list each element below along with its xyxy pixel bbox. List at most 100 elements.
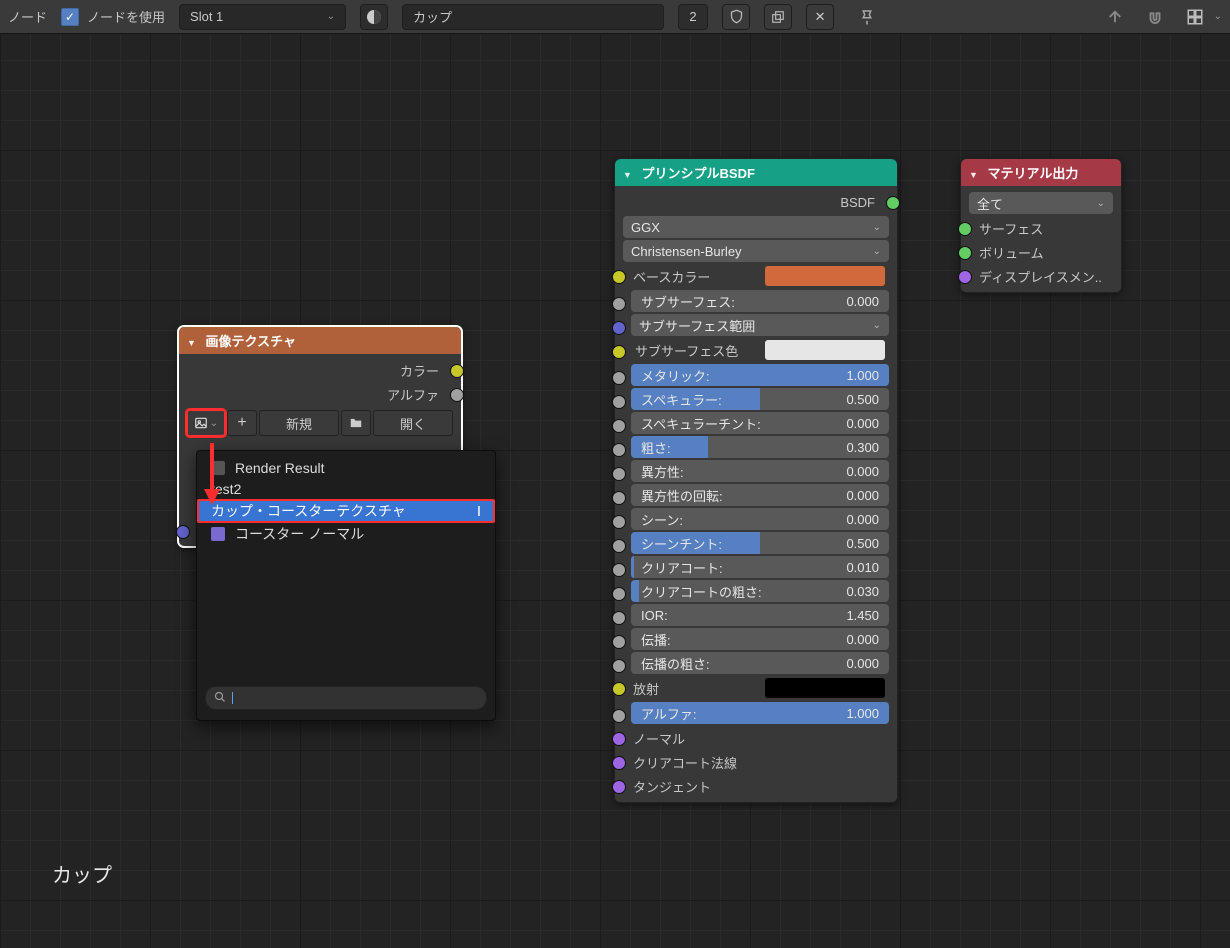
normal-row[interactable]: ノーマル	[619, 726, 893, 750]
param-slider[interactable]: スペキュラーチント:0.000	[631, 412, 889, 434]
new-image-button[interactable]: 新規	[259, 410, 339, 436]
node-header[interactable]: 画像テクスチャ	[179, 327, 461, 354]
socket-alpha[interactable]	[612, 709, 626, 723]
param-slider[interactable]: 粗さ:0.300	[631, 436, 889, 458]
material-name-field[interactable]: カップ	[402, 4, 664, 30]
search-icon	[214, 691, 226, 706]
param-value: 1.450	[846, 608, 879, 623]
param-label: スペキュラーチント:	[641, 414, 761, 433]
node-header[interactable]: プリンシプルBSDF	[615, 159, 897, 186]
socket-vector[interactable]	[176, 525, 190, 539]
socket-base-color[interactable]	[612, 270, 626, 284]
socket-param[interactable]	[612, 321, 626, 335]
output-color[interactable]: カラー	[183, 358, 457, 382]
param-slider[interactable]: 伝播:0.000	[631, 628, 889, 650]
color-swatch[interactable]	[765, 678, 885, 698]
param-label: 粗さ:	[641, 438, 671, 457]
color-swatch[interactable]	[765, 266, 885, 286]
open-image-button[interactable]: 開く	[373, 410, 453, 436]
duplicate-icon[interactable]	[764, 4, 792, 30]
node-editor-canvas[interactable]: 画像テクスチャ カラー アルファ ⌄ + 新規 開く	[0, 34, 1230, 948]
sss-method-select[interactable]: Christensen-Burley⌄	[623, 240, 889, 262]
image-list-item[interactable]: Render Result	[199, 457, 493, 478]
socket-param[interactable]	[612, 395, 626, 409]
param-alpha[interactable]: アルファ: 1.000	[631, 702, 889, 724]
param-slider[interactable]: サブサーフェス:0.000	[631, 290, 889, 312]
socket-param[interactable]	[612, 467, 626, 481]
param-value: 0.000	[846, 512, 879, 527]
target-select[interactable]: 全て⌄	[969, 192, 1113, 214]
tangent-row[interactable]: タンジェント	[619, 774, 893, 798]
shield-icon[interactable]	[722, 4, 750, 30]
socket-param[interactable]	[612, 491, 626, 505]
param-slider[interactable]: クリアコートの粗さ:0.030	[631, 580, 889, 602]
param-label: 異方性の回転:	[641, 486, 723, 505]
pin-icon[interactable]	[854, 5, 880, 29]
socket-param[interactable]	[612, 539, 626, 553]
add-image-button[interactable]: +	[227, 410, 257, 436]
socket-param[interactable]	[612, 611, 626, 625]
socket-emission[interactable]	[612, 682, 626, 696]
cc-normal-row[interactable]: クリアコート法線	[619, 750, 893, 774]
users-count[interactable]: 2	[678, 4, 708, 30]
param-slider[interactable]: クリアコート:0.010	[631, 556, 889, 578]
socket-displacement[interactable]	[958, 270, 972, 284]
socket-normal[interactable]	[612, 732, 626, 746]
volume-row[interactable]: ボリューム	[965, 240, 1117, 264]
snap-icon[interactable]	[1142, 5, 1168, 29]
socket-color[interactable]	[450, 364, 464, 378]
param-value: 0.000	[846, 464, 879, 479]
close-icon[interactable]: ✕	[806, 4, 834, 30]
socket-param[interactable]	[612, 297, 626, 311]
param-swatch-row[interactable]: サブサーフェス色	[619, 338, 893, 362]
socket-param[interactable]	[612, 419, 626, 433]
image-list-item-selected[interactable]: カップ・コースターテクスチャ I	[197, 499, 495, 523]
socket-cc-normal[interactable]	[612, 756, 626, 770]
param-slider[interactable]: 伝播の粗さ:0.000	[631, 652, 889, 674]
socket-alpha[interactable]	[450, 388, 464, 402]
displacement-row[interactable]: ディスプレイスメン..	[965, 264, 1117, 288]
principled-bsdf-node[interactable]: プリンシプルBSDF BSDF GGX⌄ Christensen-Burley⌄…	[614, 158, 898, 803]
param-slider[interactable]: シーン:0.000	[631, 508, 889, 530]
param-slider[interactable]: スペキュラー:0.500	[631, 388, 889, 410]
output-alpha[interactable]: アルファ	[183, 382, 457, 406]
image-list-item[interactable]: test2	[199, 478, 493, 499]
parent-up-icon[interactable]	[1102, 5, 1128, 29]
socket-param[interactable]	[612, 659, 626, 673]
socket-param[interactable]	[612, 635, 626, 649]
emission-row[interactable]: 放射	[619, 676, 893, 700]
socket-volume[interactable]	[958, 246, 972, 260]
socket-bsdf[interactable]	[886, 196, 900, 210]
output-bsdf[interactable]: BSDF	[619, 190, 893, 214]
distribution-select[interactable]: GGX⌄	[623, 216, 889, 238]
use-nodes-group[interactable]: ✓ ノードを使用	[61, 7, 165, 26]
material-output-node[interactable]: マテリアル出力 全て⌄ サーフェス ボリューム ディスプレイスメン..	[960, 158, 1122, 293]
image-browse-button[interactable]: ⌄	[187, 410, 225, 436]
material-sphere-icon[interactable]	[360, 4, 388, 30]
socket-param[interactable]	[612, 587, 626, 601]
param-value: 0.500	[846, 536, 879, 551]
socket-surface[interactable]	[958, 222, 972, 236]
color-swatch[interactable]	[765, 340, 885, 360]
socket-param[interactable]	[612, 371, 626, 385]
socket-param[interactable]	[612, 515, 626, 529]
param-slider[interactable]: 異方性の回転:0.000	[631, 484, 889, 506]
image-list-item[interactable]: コースター ノーマル	[199, 523, 493, 544]
socket-tangent[interactable]	[612, 780, 626, 794]
image-list-search[interactable]	[205, 686, 487, 710]
layout-icon[interactable]	[1182, 5, 1208, 29]
surface-row[interactable]: サーフェス	[965, 216, 1117, 240]
folder-icon[interactable]	[341, 410, 371, 436]
image-list-menu[interactable]: Render Result test2 カップ・コースターテクスチャ I コース…	[196, 450, 496, 721]
slot-select[interactable]: Slot 1 ⌄	[179, 4, 346, 30]
param-drop[interactable]: サブサーフェス範囲⌄	[631, 314, 889, 336]
link-layer	[0, 34, 300, 184]
node-header[interactable]: マテリアル出力	[961, 159, 1121, 186]
param-slider[interactable]: シーンチント:0.500	[631, 532, 889, 554]
socket-param[interactable]	[612, 443, 626, 457]
param-slider[interactable]: IOR:1.450	[631, 604, 889, 626]
param-slider[interactable]: 異方性:0.000	[631, 460, 889, 482]
param-slider[interactable]: メタリック:1.000	[631, 364, 889, 386]
base-color-row[interactable]: ベースカラー	[619, 264, 893, 288]
socket-param[interactable]	[612, 563, 626, 577]
